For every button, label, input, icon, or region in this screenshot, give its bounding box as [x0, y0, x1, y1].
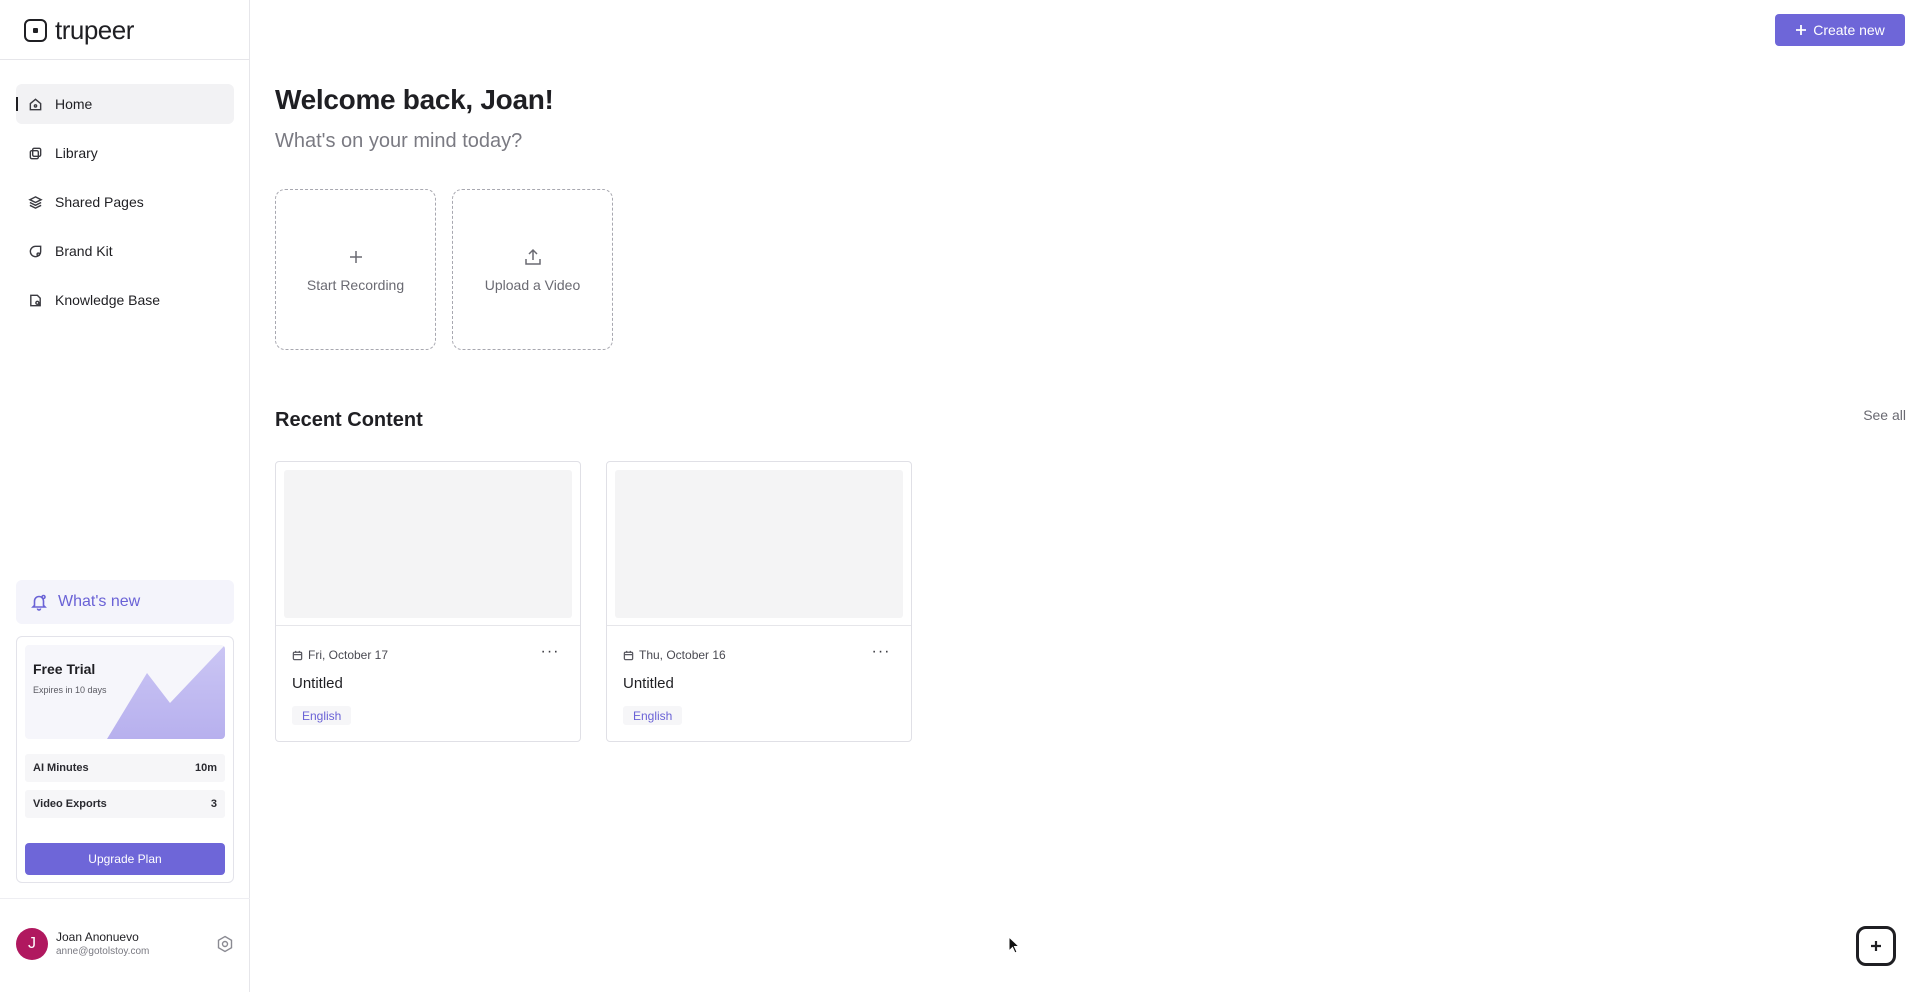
sidebar-item-label: Library — [55, 145, 98, 161]
whats-new-label: What's new — [58, 593, 141, 610]
content-date: Thu, October 16 — [623, 648, 726, 662]
date-text: Thu, October 16 — [639, 648, 726, 662]
upgrade-plan-button[interactable]: Upgrade Plan — [25, 843, 225, 875]
user-email: anne@gotolstoy.com — [56, 946, 150, 957]
logo[interactable]: trupeer — [24, 15, 134, 45]
sidebar-divider — [0, 59, 250, 60]
plus-icon — [1796, 25, 1807, 35]
free-trial-card: Free Trial Expires in 10 days AI Minutes… — [16, 636, 234, 883]
library-icon — [28, 146, 43, 161]
trial-expiry: Expires in 10 days — [33, 685, 107, 695]
content-card[interactable]: Fri, October 17 ··· Untitled English — [275, 461, 581, 742]
floating-add-button[interactable] — [1856, 926, 1896, 966]
calendar-icon — [292, 650, 303, 660]
usage-ai-minutes: AI Minutes 10m — [25, 754, 225, 782]
action-label: Start Recording — [306, 276, 405, 293]
trial-hero: Free Trial Expires in 10 days — [25, 645, 225, 739]
usage-value: 3 — [210, 798, 217, 810]
date-text: Fri, October 17 — [308, 648, 389, 662]
brand-kit-icon — [28, 244, 43, 259]
bell-icon — [31, 594, 47, 611]
logo-icon — [24, 18, 47, 42]
mouse-cursor-icon — [1008, 936, 1021, 954]
usage-label: AI Minutes — [33, 762, 89, 774]
sidebar-item-home[interactable]: Home — [16, 84, 234, 124]
sidebar-footer-divider — [0, 898, 250, 899]
sidebar-item-label: Shared Pages — [55, 194, 144, 210]
more-options-icon[interactable]: ··· — [871, 642, 891, 662]
user-name: Joan Anonuevo — [56, 930, 139, 944]
usage-label: Video Exports — [33, 798, 107, 810]
sidebar-item-label: Home — [55, 96, 93, 112]
trial-title: Free Trial — [33, 661, 96, 677]
recent-content-title: Recent Content — [275, 409, 423, 431]
sidebar-item-knowledge-base[interactable]: Knowledge Base — [16, 280, 234, 320]
sidebar-item-label: Brand Kit — [55, 243, 113, 259]
content-thumbnail — [615, 470, 903, 618]
user-profile[interactable]: J Joan Anonuevo anne@gotolstoy.com — [16, 928, 234, 962]
calendar-icon — [623, 650, 634, 660]
knowledge-base-icon — [28, 293, 43, 308]
usage-video-exports: Video Exports 3 — [25, 790, 225, 818]
settings-icon[interactable] — [216, 935, 234, 953]
home-icon — [28, 97, 43, 112]
create-new-label: Create new — [1813, 22, 1885, 38]
more-options-icon[interactable]: ··· — [540, 642, 560, 662]
sidebar: trupeer Home Library Shared Pages Brand — [0, 0, 250, 992]
language-badge: English — [623, 706, 683, 725]
content-thumbnail — [284, 470, 572, 618]
sidebar-item-label: Knowledge Base — [55, 292, 161, 308]
content-title: Untitled — [292, 675, 343, 692]
avatar: J — [16, 928, 48, 960]
upload-icon — [524, 248, 541, 265]
card-divider — [276, 625, 580, 626]
sidebar-item-brand-kit[interactable]: Brand Kit — [16, 231, 234, 271]
sidebar-item-shared-pages[interactable]: Shared Pages — [16, 182, 234, 222]
logo-text: trupeer — [55, 14, 134, 45]
usage-value: 10m — [194, 762, 217, 774]
card-divider — [607, 625, 911, 626]
sidebar-item-library[interactable]: Library — [16, 133, 234, 173]
content-card[interactable]: Thu, October 16 ··· Untitled English — [606, 461, 912, 742]
content-date: Fri, October 17 — [292, 648, 388, 662]
page-subtitle: What's on your mind today? — [275, 130, 523, 152]
language-badge: English — [292, 706, 352, 725]
see-all-link[interactable]: See all — [1863, 407, 1906, 423]
whats-new-button[interactable]: What's new — [16, 580, 234, 624]
page-title: Welcome back, Joan! — [275, 84, 554, 115]
upload-video-card[interactable]: Upload a Video — [452, 189, 613, 350]
action-label: Upload a Video — [484, 276, 581, 293]
create-new-button[interactable]: Create new — [1775, 14, 1905, 46]
content-title: Untitled — [623, 675, 674, 692]
plus-icon — [349, 250, 362, 263]
plus-icon — [1871, 941, 1881, 951]
sidebar-nav: Home Library Shared Pages Brand Kit Know… — [16, 84, 234, 329]
layers-icon — [28, 195, 43, 210]
start-recording-card[interactable]: Start Recording — [275, 189, 436, 350]
